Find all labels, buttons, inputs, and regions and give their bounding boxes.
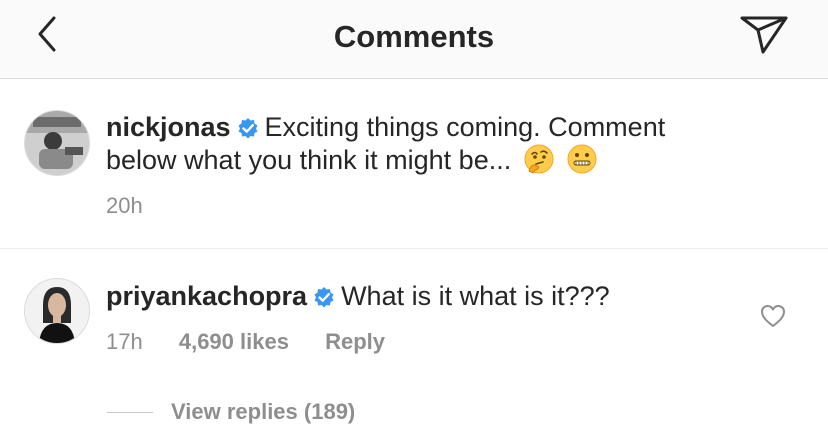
reply-button[interactable]: Reply bbox=[325, 329, 385, 354]
caption-username[interactable]: nickjonas bbox=[106, 112, 231, 142]
zipper-mouth-face-icon bbox=[566, 143, 598, 182]
thinking-face-icon bbox=[523, 143, 555, 182]
avatar-caption-author[interactable] bbox=[24, 110, 90, 176]
comment-meta: 17h 4,690 likes Reply bbox=[106, 329, 415, 355]
view-replies-button[interactable]: View replies (189) bbox=[171, 399, 355, 425]
caption-line-2: below what you think it might be... bbox=[106, 143, 598, 182]
replies-indent-line bbox=[107, 412, 153, 413]
comment-likes-count[interactable]: 4,690 likes bbox=[179, 329, 289, 354]
comment-row: priyankachopra What is it what is it??? bbox=[106, 280, 610, 315]
caption-text: Exciting things coming. Comment bbox=[264, 112, 666, 142]
comment-username[interactable]: priyankachopra bbox=[106, 281, 307, 311]
heart-outline-icon bbox=[761, 305, 785, 327]
caption-meta: 20h bbox=[106, 193, 173, 219]
like-comment-button[interactable] bbox=[760, 304, 786, 328]
share-button[interactable] bbox=[738, 12, 790, 56]
divider bbox=[0, 248, 828, 249]
verified-badge-icon bbox=[313, 283, 335, 315]
page-title: Comments bbox=[333, 19, 495, 54]
caption-line-1: nickjonas Exciting things coming. Comment bbox=[106, 111, 665, 146]
caption-text-continued: below what you think it might be... bbox=[106, 145, 512, 175]
verified-badge-icon bbox=[237, 114, 259, 146]
avatar-commenter[interactable] bbox=[24, 278, 90, 344]
paper-plane-icon bbox=[740, 16, 788, 54]
comment-text: What is it what is it??? bbox=[341, 281, 610, 311]
profile-photo bbox=[25, 111, 89, 175]
profile-photo bbox=[25, 279, 89, 343]
comment-timestamp: 17h bbox=[106, 329, 143, 354]
caption-timestamp: 20h bbox=[106, 193, 143, 218]
top-nav-bar: Comments bbox=[0, 0, 828, 79]
